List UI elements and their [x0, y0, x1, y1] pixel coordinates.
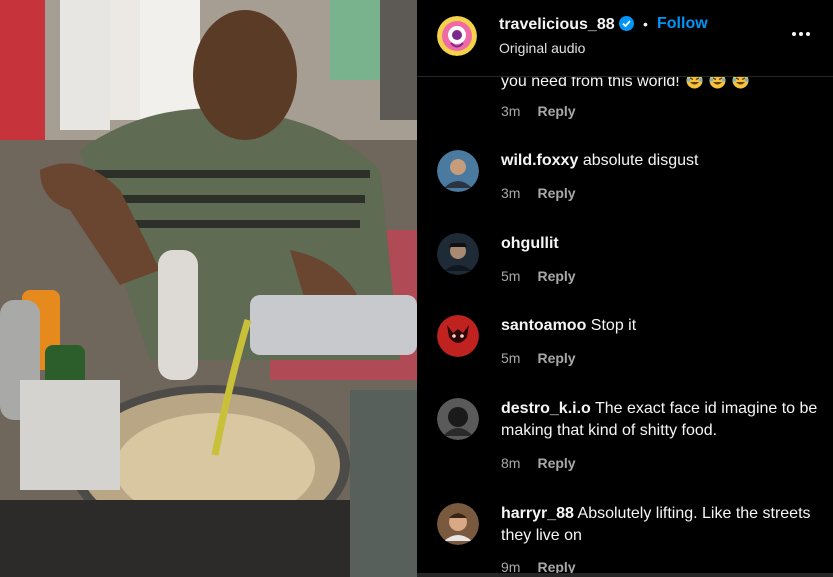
- comment-item: wild.foxxy absolute disgust 3m Reply: [417, 140, 833, 210]
- avatar[interactable]: [437, 503, 479, 545]
- reply-button[interactable]: Reply: [537, 268, 575, 284]
- comment-text-row: harryr_88 Absolutely lifting. Like the s…: [501, 503, 821, 547]
- comment-text: absolute disgust: [582, 152, 699, 169]
- audio-label[interactable]: Original audio: [499, 40, 585, 56]
- comment-text-row: santoamoo Stop it: [501, 315, 821, 337]
- avatar[interactable]: [437, 315, 479, 357]
- comment-username[interactable]: ohgullit: [501, 235, 559, 252]
- profile-username[interactable]: travelicious_88: [499, 16, 615, 33]
- comment-time: 8m: [501, 455, 521, 471]
- comment-text-row: destro_k.i.o The exact face id imagine t…: [501, 398, 821, 442]
- comment-username[interactable]: wild.foxxy: [501, 152, 578, 169]
- profile-username-row: travelicious_88: [499, 16, 634, 34]
- comment-username[interactable]: santoamoo: [501, 317, 586, 334]
- reply-button[interactable]: Reply: [537, 185, 575, 201]
- avatar[interactable]: [437, 398, 479, 440]
- comment-username[interactable]: destro_k.i.o: [501, 400, 591, 417]
- comment-text-row: ohgullit: [501, 233, 821, 255]
- comment-meta: 8m Reply: [501, 455, 576, 471]
- comment-meta: 5m Reply: [501, 350, 576, 366]
- reel-video[interactable]: [0, 0, 417, 577]
- reply-button[interactable]: Reply: [537, 103, 575, 119]
- comment-item: destro_k.i.o The exact face id imagine t…: [417, 388, 833, 478]
- more-options-icon[interactable]: [789, 22, 813, 46]
- comment-time: 5m: [501, 268, 521, 284]
- avatar[interactable]: [437, 233, 479, 275]
- comment-item: santoamoo Stop it 5m Reply: [417, 305, 833, 375]
- follow-button[interactable]: Follow: [657, 15, 708, 33]
- comment-item: ohgullit 5m Reply: [417, 223, 833, 293]
- post-header: travelicious_88 • Follow Original audio: [417, 0, 833, 77]
- comment-username[interactable]: harryr_88: [501, 505, 574, 522]
- comment-meta: 5m Reply: [501, 268, 576, 284]
- panel-bottom-divider: [417, 573, 833, 577]
- reply-button[interactable]: Reply: [537, 350, 575, 366]
- separator-dot: •: [643, 16, 648, 32]
- reply-button[interactable]: Reply: [537, 455, 575, 471]
- comment-time: 3m: [501, 185, 521, 201]
- verified-badge-icon: [618, 16, 634, 31]
- comment-meta: 3m Reply: [501, 185, 576, 201]
- avatar[interactable]: [437, 150, 479, 192]
- video-frame-illustration: [0, 0, 417, 577]
- profile-avatar[interactable]: [437, 16, 477, 56]
- comment-text-row: wild.foxxy absolute disgust: [501, 150, 821, 172]
- comment-time: 3m: [501, 103, 521, 119]
- comments-panel: you need from this world! 3m Reply wild.f…: [417, 0, 833, 577]
- comment-time: 5m: [501, 350, 521, 366]
- comment-meta: 3m Reply: [501, 103, 576, 119]
- comment-text: Stop it: [590, 317, 637, 334]
- comment-item: harryr_88 Absolutely lifting. Like the s…: [417, 493, 833, 577]
